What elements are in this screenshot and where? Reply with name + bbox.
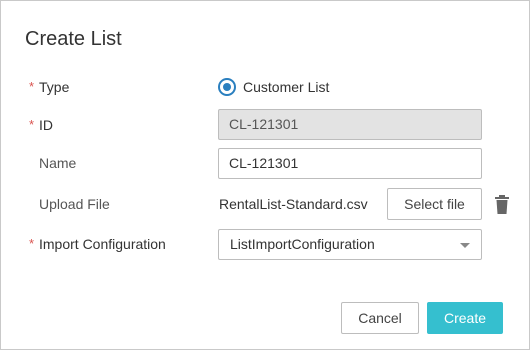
create-button[interactable]: Create bbox=[427, 302, 503, 334]
radio-button[interactable] bbox=[218, 78, 236, 96]
trash-icon[interactable] bbox=[494, 195, 510, 215]
dialog-title: Create List bbox=[25, 28, 122, 50]
create-list-dialog: Create List * Type Customer List * ID CL… bbox=[0, 0, 530, 350]
required-marker: * bbox=[29, 79, 35, 94]
required-marker: * bbox=[29, 236, 35, 251]
id-label: ID bbox=[39, 117, 53, 133]
cancel-button[interactable]: Cancel bbox=[341, 302, 419, 334]
name-label: Name bbox=[39, 155, 77, 171]
required-marker: * bbox=[29, 117, 35, 132]
type-row: * Type Customer List bbox=[1, 71, 529, 103]
select-file-button[interactable]: Select file bbox=[387, 188, 482, 220]
name-field[interactable]: CL-121301 bbox=[218, 148, 482, 179]
radio-selected-dot bbox=[223, 83, 231, 91]
import-configuration-row: * Import Configuration ListImportConfigu… bbox=[1, 228, 529, 260]
upload-file-label: Upload File bbox=[39, 196, 110, 212]
import-configuration-select[interactable]: ListImportConfiguration bbox=[218, 229, 482, 260]
type-label: Type bbox=[39, 79, 70, 95]
id-field: CL-121301 bbox=[218, 109, 482, 140]
type-radio-customer-list[interactable]: Customer List bbox=[218, 71, 329, 103]
uploaded-file-name: RentalList-Standard.csv bbox=[219, 196, 368, 212]
upload-file-row: Upload File RentalList-Standard.csv Sele… bbox=[1, 188, 529, 220]
import-configuration-label: Import Configuration bbox=[39, 236, 166, 252]
caret-down-icon bbox=[460, 243, 470, 248]
id-row: * ID CL-121301 bbox=[1, 109, 529, 141]
radio-label-customer-list[interactable]: Customer List bbox=[243, 79, 329, 95]
name-row: Name CL-121301 bbox=[1, 147, 529, 179]
import-configuration-value: ListImportConfiguration bbox=[230, 236, 375, 252]
